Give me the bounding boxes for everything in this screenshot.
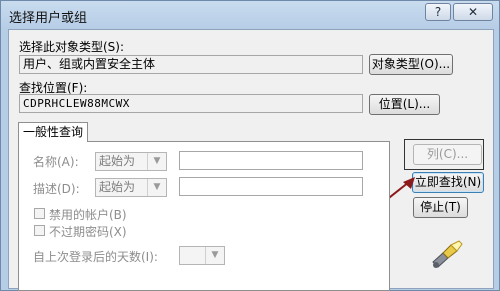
flashlight-search-icon bbox=[432, 240, 463, 268]
name-match-select[interactable]: 起始为 ▼ bbox=[95, 152, 167, 171]
help-button[interactable]: ? bbox=[425, 3, 451, 21]
object-types-button[interactable]: 对象类型(O)... bbox=[369, 54, 453, 75]
name-match-value: 起始为 bbox=[99, 154, 136, 168]
days-since-logon-select[interactable]: ▼ bbox=[179, 246, 225, 265]
non-expiring-password-checkbox[interactable] bbox=[34, 225, 45, 236]
name-input[interactable] bbox=[179, 151, 363, 170]
description-label: 描述(D): bbox=[33, 182, 80, 196]
title-bar: 选择用户或组 ? ✕ bbox=[1, 1, 500, 29]
disabled-accounts-checkbox[interactable] bbox=[34, 208, 45, 219]
description-input[interactable] bbox=[179, 177, 363, 196]
close-button[interactable]: ✕ bbox=[453, 3, 493, 21]
disabled-accounts-label: 禁用的帐户(B) bbox=[49, 208, 127, 222]
chevron-down-icon: ▼ bbox=[147, 153, 166, 170]
chevron-down-icon: ▼ bbox=[205, 247, 224, 264]
select-users-dialog: 选择用户或组 ? ✕ 选择此对象类型(S): 用户、组或内置安全主体 对象类型(… bbox=[0, 0, 500, 291]
description-match-select[interactable]: 起始为 ▼ bbox=[95, 178, 167, 197]
days-since-logon-label: 自上次登录后的天数(I): bbox=[33, 250, 158, 264]
non-expiring-password-label: 不过期密码(X) bbox=[49, 225, 127, 239]
chevron-down-icon: ▼ bbox=[147, 179, 166, 196]
location-field: CDPRHCLEW88MCWX bbox=[19, 94, 363, 113]
description-match-value: 起始为 bbox=[99, 180, 136, 194]
find-now-highlight-box bbox=[404, 139, 484, 170]
locations-button[interactable]: 位置(L)... bbox=[369, 94, 440, 115]
name-label: 名称(A): bbox=[33, 155, 79, 169]
window-title: 选择用户或组 bbox=[9, 11, 88, 26]
tab-common-queries[interactable]: 一般性查询 bbox=[18, 122, 88, 142]
common-queries-panel: 名称(A): 起始为 ▼ 描述(D): 起始为 ▼ 禁用的帐户(B) 不过期密码… bbox=[18, 141, 390, 291]
object-type-field: 用户、组或内置安全主体 bbox=[19, 55, 363, 74]
object-type-label: 选择此对象类型(S): bbox=[19, 40, 125, 54]
